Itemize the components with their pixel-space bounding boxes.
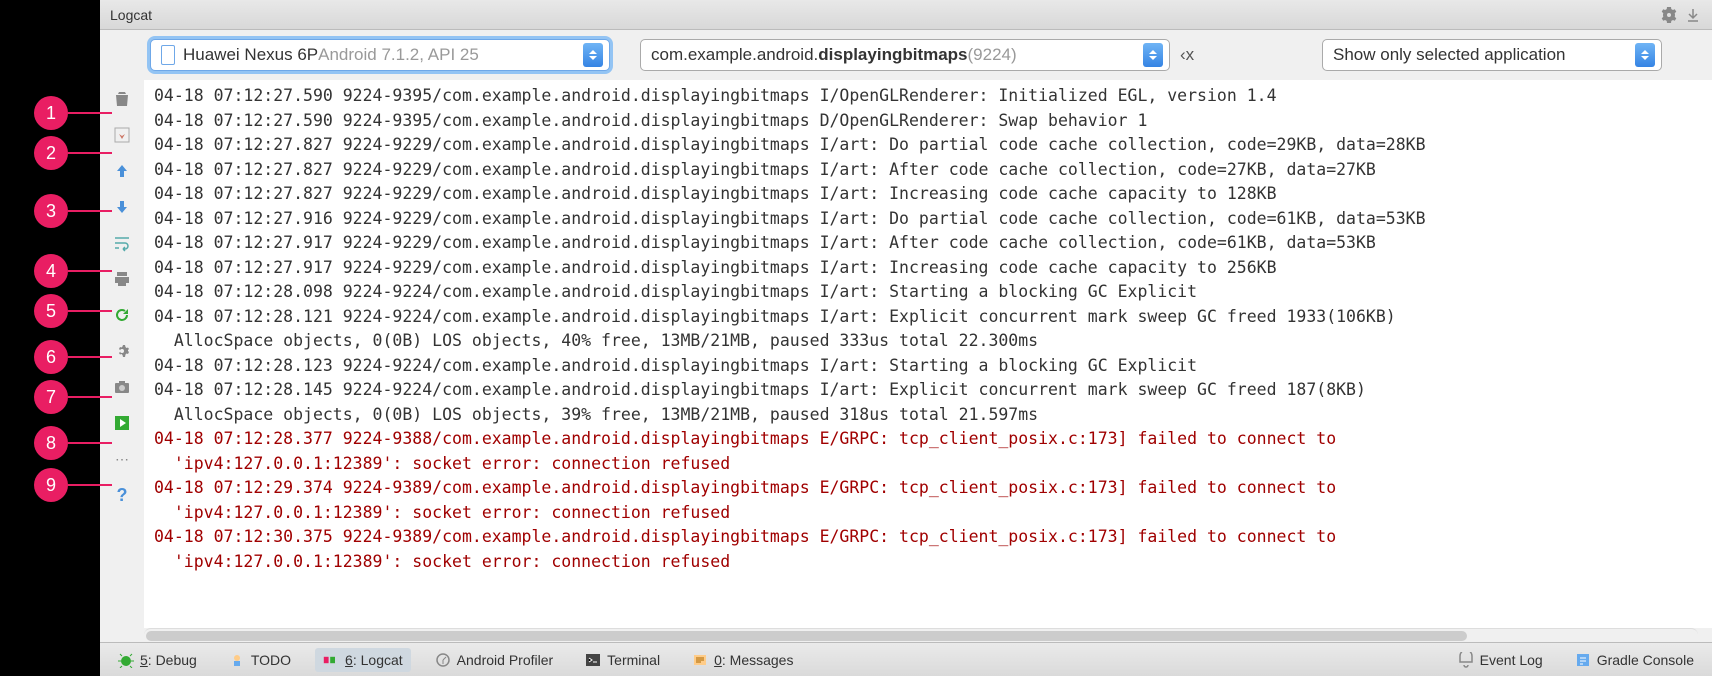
help-icon[interactable]: ? (109, 482, 135, 508)
restart-icon[interactable] (109, 302, 135, 328)
log-line: 04-18 07:12:27.917 9224-9229/com.example… (154, 256, 1702, 281)
log-line: 04-18 07:12:27.827 9224-9229/com.example… (154, 158, 1702, 183)
gradle-icon (1575, 652, 1591, 668)
log-line: 04-18 07:12:27.827 9224-9229/com.example… (154, 133, 1702, 158)
callout-6: 6 (34, 340, 68, 374)
log-line: 04-18 07:12:27.916 9224-9229/com.example… (154, 207, 1702, 232)
log-line: AllocSpace objects, 0(0B) LOS objects, 3… (154, 403, 1702, 428)
filter-mode-label: Show only selected application (1333, 45, 1565, 65)
tab-terminal[interactable]: Terminal (577, 648, 668, 672)
gear-icon[interactable] (109, 338, 135, 364)
filter-bar: Huawei Nexus 6P Android 7.1.2, API 25 co… (100, 30, 1712, 80)
tab-event-log[interactable]: Event Log (1450, 648, 1551, 672)
tab-logcat[interactable]: 6: Logcat (315, 648, 411, 672)
trash-icon[interactable] (109, 86, 135, 112)
collapse-icon[interactable] (1684, 6, 1702, 24)
print-icon[interactable] (109, 266, 135, 292)
process-selector[interactable]: com.example.android.displayingbitmaps (9… (640, 39, 1170, 71)
log-line: 04-18 07:12:28.145 9224-9224/com.example… (154, 378, 1702, 403)
callout-9: 9 (34, 468, 68, 502)
chevron-updown-icon (1143, 43, 1163, 67)
arrow-down-icon[interactable] (109, 194, 135, 220)
log-line: 04-18 07:12:27.827 9224-9229/com.example… (154, 182, 1702, 207)
tab-gradle-label: Gradle Console (1597, 652, 1694, 668)
callout-4: 4 (34, 254, 68, 288)
panel-title: Logcat (110, 7, 152, 23)
log-line: 04-18 07:12:28.377 9224-9388/com.example… (154, 427, 1702, 452)
tab-gradle[interactable]: Gradle Console (1567, 648, 1702, 672)
device-name: Huawei Nexus 6P (183, 45, 318, 65)
tab-profiler-label: Android Profiler (457, 652, 554, 668)
device-detail: Android 7.1.2, API 25 (318, 45, 479, 65)
callout-5: 5 (34, 294, 68, 328)
log-line: 04-18 07:12:27.590 9224-9395/com.example… (154, 109, 1702, 134)
callout-8: 8 (34, 426, 68, 460)
device-selector[interactable]: Huawei Nexus 6P Android 7.1.2, API 25 (150, 39, 610, 71)
callout-7: 7 (34, 380, 68, 414)
log-line: 04-18 07:12:28.098 9224-9224/com.example… (154, 280, 1702, 305)
more-icon[interactable]: ⋯ (109, 446, 135, 472)
callout-2: 2 (34, 136, 68, 170)
log-line: 04-18 07:12:30.375 9224-9389/com.example… (154, 525, 1702, 550)
messages-icon (692, 652, 708, 668)
event-log-icon (1458, 652, 1474, 668)
tab-debug[interactable]: 5: Debug (110, 648, 205, 672)
log-line: 04-18 07:12:29.374 9224-9389/com.example… (154, 476, 1702, 501)
title-bar: Logcat (100, 0, 1712, 30)
profiler-icon (435, 652, 451, 668)
record-icon[interactable] (109, 410, 135, 436)
tab-terminal-label: Terminal (607, 652, 660, 668)
process-suffix: (9224) (968, 45, 1017, 65)
log-line: 04-18 07:12:28.123 9224-9224/com.example… (154, 354, 1702, 379)
scroll-end-icon[interactable] (109, 122, 135, 148)
tab-profiler[interactable]: Android Profiler (427, 648, 562, 672)
filter-mode-selector[interactable]: Show only selected application (1322, 39, 1662, 71)
tab-eventlog-label: Event Log (1480, 652, 1543, 668)
log-line: 04-18 07:12:28.121 9224-9224/com.example… (154, 305, 1702, 330)
arrow-up-icon[interactable] (109, 158, 135, 184)
log-output[interactable]: 04-18 07:12:27.590 9224-9395/com.example… (144, 80, 1712, 628)
device-icon (161, 45, 175, 65)
horizontal-scrollbar[interactable] (144, 628, 1698, 642)
log-line: 'ipv4:127.0.0.1:12389': socket error: co… (154, 550, 1702, 575)
log-line: 'ipv4:127.0.0.1:12389': socket error: co… (154, 501, 1702, 526)
log-line: 04-18 07:12:27.590 9224-9395/com.example… (154, 84, 1702, 109)
camera-icon[interactable] (109, 374, 135, 400)
content-area: ⋯ ? 04-18 07:12:27.590 9224-9395/com.exa… (100, 80, 1712, 628)
process-prefix: com.example.android. (651, 45, 818, 65)
bottom-tool-tabs: 5: Debug TODO 6: Logcat Android Profiler… (100, 642, 1712, 676)
logcat-panel: Logcat Huawei Nexus 6P Android 7.1.2, AP… (100, 0, 1712, 676)
chevron-updown-icon (1635, 43, 1655, 67)
log-line: AllocSpace objects, 0(0B) LOS objects, 4… (154, 329, 1702, 354)
callout-annotations: 1 2 3 4 5 6 7 8 9 (0, 0, 100, 676)
callout-1: 1 (34, 96, 68, 130)
bug-icon (118, 652, 134, 668)
log-line: 04-18 07:12:27.917 9224-9229/com.example… (154, 231, 1702, 256)
terminal-icon (585, 652, 601, 668)
soft-wrap-icon[interactable] (109, 230, 135, 256)
regex-toggle[interactable]: ‹x (1180, 45, 1194, 65)
side-toolbar: ⋯ ? (100, 80, 144, 628)
log-line: 'ipv4:127.0.0.1:12389': socket error: co… (154, 452, 1702, 477)
callout-3: 3 (34, 194, 68, 228)
logcat-icon (323, 652, 339, 668)
tab-todo-label: TODO (251, 652, 291, 668)
tab-todo[interactable]: TODO (221, 648, 299, 672)
todo-icon (229, 652, 245, 668)
chevron-updown-icon (583, 43, 603, 67)
process-bold: displayingbitmaps (818, 45, 967, 65)
tab-messages[interactable]: 0: Messages (684, 648, 801, 672)
gear-icon[interactable] (1660, 6, 1678, 24)
